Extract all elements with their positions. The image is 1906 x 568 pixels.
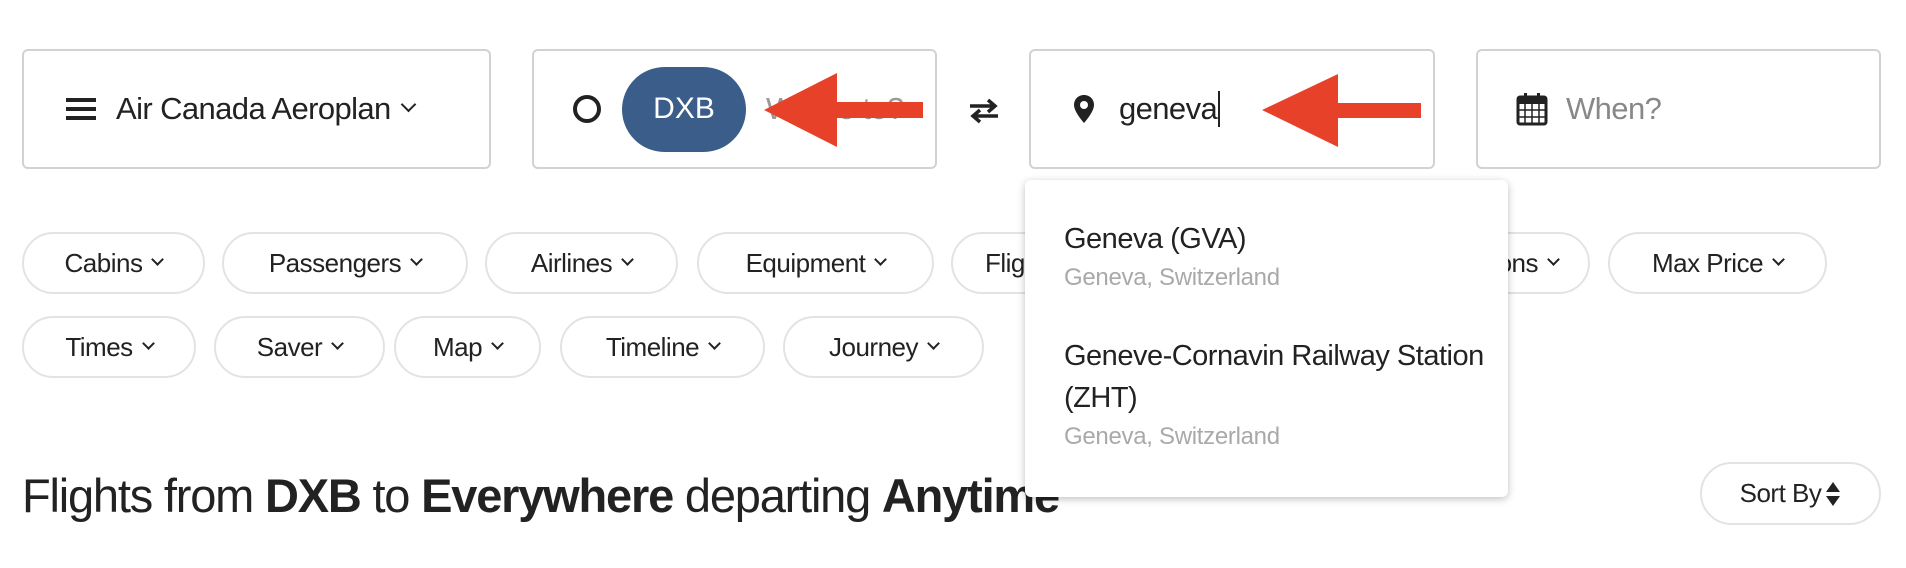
filter-timeline[interactable]: Timeline (560, 316, 765, 378)
filter-cabins[interactable]: Cabins (22, 232, 205, 294)
chevron-down-icon (151, 252, 165, 266)
filter-times[interactable]: Times (22, 316, 196, 378)
filter-passengers[interactable]: Passengers (222, 232, 468, 294)
suggestion-item[interactable]: Geneve-Cornavin Railway Station (ZHT) Ge… (1064, 335, 1484, 451)
sort-icon (1826, 481, 1841, 506)
filter-equipment[interactable]: Equipment (697, 232, 934, 294)
suggestion-name: Geneva (GVA) (1064, 223, 1247, 255)
filter-label: Equipment (745, 247, 866, 278)
title-text: to (360, 469, 422, 522)
title-text: Flights from (22, 469, 265, 522)
filter-journey[interactable]: Journey (783, 316, 984, 378)
chevron-down-icon (708, 336, 722, 350)
sort-by-button[interactable]: Sort By (1700, 462, 1881, 525)
filter-label: Airlines (530, 247, 613, 278)
circle-icon (573, 95, 601, 123)
filter-label: Journey (829, 331, 919, 362)
suggestion-name: Geneve-Cornavin Railway Station (ZHT) (1064, 340, 1484, 414)
filter-map[interactable]: Map (394, 316, 541, 378)
filter-label: Passengers (268, 247, 402, 278)
chevron-down-icon (874, 252, 888, 266)
sort-label: Sort By (1739, 478, 1822, 508)
filter-airlines[interactable]: Airlines (485, 232, 678, 294)
destination-suggestions: Geneva (GVA) Geneva, Switzerland Geneve-… (1025, 180, 1508, 497)
chevron-down-icon (331, 336, 345, 350)
filter-label: Max Price (1651, 247, 1764, 278)
filter-max-price[interactable]: Max Price (1608, 232, 1827, 294)
suggestion-location: Geneva, Switzerland (1064, 423, 1280, 450)
suggestion-location: Geneva, Switzerland (1064, 264, 1280, 291)
chevron-down-icon (1772, 252, 1785, 266)
chevron-down-icon (400, 96, 416, 112)
suggestion-item[interactable]: Geneva (GVA) Geneva, Switzerland (1064, 218, 1280, 292)
calendar-icon (1516, 93, 1548, 126)
annotation-arrow-icon (1262, 74, 1421, 147)
chevron-down-icon (491, 336, 504, 350)
date-field[interactable]: When? (1476, 49, 1881, 169)
date-placeholder: When? (1566, 91, 1662, 126)
page-title: Flights from DXB to Everywhere departing… (22, 468, 1060, 523)
chevron-down-icon (927, 336, 940, 350)
filter-label: Saver (256, 331, 323, 362)
title-text: departing (673, 469, 882, 522)
map-pin-icon (1074, 95, 1094, 123)
destination-input[interactable]: geneva (1119, 91, 1221, 127)
chevron-down-icon (410, 252, 424, 266)
title-origin: DXB (264, 469, 362, 522)
program-label: Air Canada Aeroplan (116, 91, 391, 126)
swap-arrows-icon[interactable] (968, 98, 1000, 124)
origin-chip[interactable]: DXB (622, 66, 746, 152)
annotation-arrow-icon (764, 73, 923, 147)
filter-label: Cabins (64, 247, 143, 278)
chevron-down-icon (1547, 252, 1560, 266)
filter-label: Times (65, 331, 133, 362)
chevron-down-icon (141, 336, 155, 350)
title-destination: Everywhere (421, 469, 674, 522)
program-selector[interactable]: Air Canada Aeroplan (22, 49, 491, 169)
menu-icon (66, 98, 96, 120)
filter-label: Timeline (605, 331, 700, 362)
filter-saver[interactable]: Saver (214, 316, 385, 378)
chevron-down-icon (621, 252, 634, 266)
filter-label: Map (432, 331, 483, 362)
